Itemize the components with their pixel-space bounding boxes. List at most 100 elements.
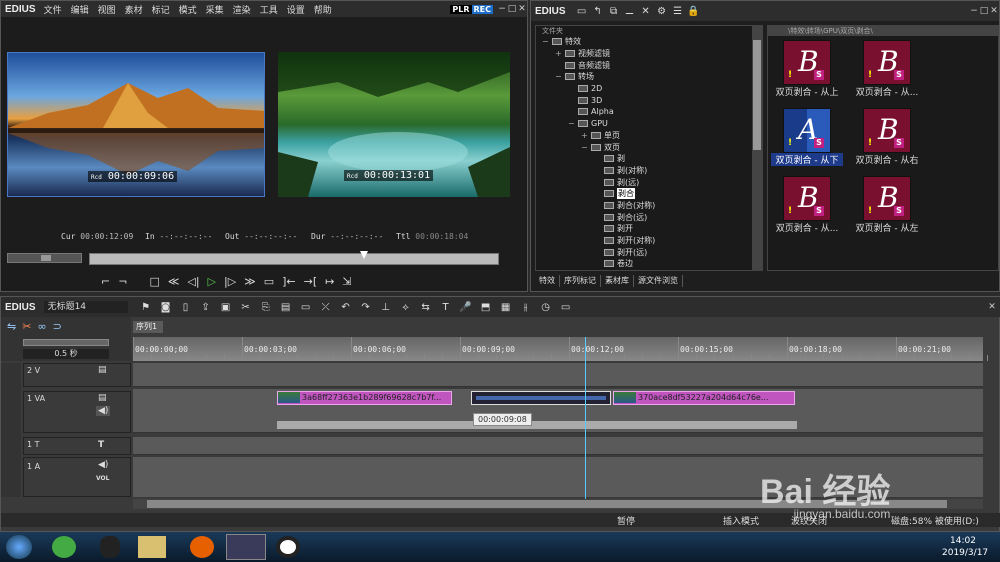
tab-source-browser[interactable]: 源文件浏览 bbox=[634, 275, 683, 287]
expand-icon[interactable]: − bbox=[581, 143, 589, 152]
timeline-playhead[interactable] bbox=[585, 337, 586, 499]
menu-edit[interactable]: 编辑 bbox=[71, 3, 89, 16]
playhead-marker[interactable] bbox=[360, 251, 368, 259]
tree-item[interactable]: 剥开(对称) bbox=[536, 235, 762, 247]
source-scrub-handle[interactable] bbox=[41, 255, 51, 261]
track-head-1a[interactable]: 1 A ◀) VOL bbox=[23, 457, 131, 497]
sync-icon[interactable]: ⇋ bbox=[7, 320, 16, 333]
save-icon[interactable]: ▣ bbox=[218, 300, 234, 314]
delete-clip-icon[interactable]: ⤫ bbox=[318, 300, 334, 314]
tab-bin[interactable]: 素材库 bbox=[601, 275, 634, 287]
effect-item[interactable]: B! S 双页剥合 - 从... bbox=[848, 40, 926, 98]
firefox-icon[interactable] bbox=[190, 536, 214, 558]
transition-icon[interactable]: ⇆ bbox=[418, 300, 434, 314]
tree-item[interactable]: 剥合(对称) bbox=[536, 200, 762, 212]
link-icon[interactable]: ∞ bbox=[37, 320, 46, 333]
play-icon[interactable]: ▷ bbox=[208, 275, 216, 288]
menu-file[interactable]: 文件 bbox=[44, 3, 62, 16]
track-head-2v[interactable]: 2 V ▤ bbox=[23, 363, 131, 387]
minimize-icon[interactable]: − bbox=[497, 4, 507, 14]
ripple-icon[interactable]: ✂ bbox=[22, 320, 31, 333]
view-icon[interactable]: ⚊ bbox=[622, 4, 638, 18]
tree-item[interactable]: 剥 bbox=[536, 153, 762, 165]
tree-item[interactable]: Alpha bbox=[536, 106, 762, 118]
marker-icon[interactable]: ⊥ bbox=[378, 300, 394, 314]
cut-icon[interactable]: ✂ bbox=[238, 300, 254, 314]
start-button[interactable] bbox=[6, 535, 32, 559]
maximize-icon[interactable]: □ bbox=[507, 4, 517, 14]
track-head-1va[interactable]: 1 VA ▤ ◀) bbox=[23, 391, 131, 433]
tree-item[interactable]: + 单页 bbox=[536, 130, 762, 142]
record-scrub-bar[interactable] bbox=[89, 251, 499, 265]
tree-scrollbar[interactable] bbox=[752, 26, 762, 270]
source-scrub-bar[interactable] bbox=[7, 253, 82, 263]
undo-icon[interactable]: ↶ bbox=[338, 300, 354, 314]
track-head-1t[interactable]: 1 T T bbox=[23, 437, 131, 455]
clock-icon[interactable]: ◷ bbox=[538, 300, 554, 314]
library-close-icon[interactable]: ✕ bbox=[989, 6, 999, 16]
tree-item[interactable]: 剥(远) bbox=[536, 176, 762, 188]
menu-settings[interactable]: 设置 bbox=[287, 3, 305, 16]
menu-help[interactable]: 帮助 bbox=[314, 3, 332, 16]
menu-view[interactable]: 视图 bbox=[98, 3, 116, 16]
effect-item[interactable]: B! S 双页剥合 - 从上 bbox=[768, 40, 846, 98]
loop-icon[interactable]: ▭ bbox=[264, 275, 274, 288]
group-icon[interactable]: ▭ bbox=[298, 300, 314, 314]
menu-render[interactable]: 渲染 bbox=[233, 3, 251, 16]
mixer-icon[interactable]: ⫲ bbox=[518, 300, 534, 314]
insert-icon[interactable]: ↦ bbox=[325, 275, 334, 288]
plr-button[interactable]: PLR bbox=[450, 4, 472, 14]
library-minimize-icon[interactable]: − bbox=[969, 6, 979, 16]
qq-icon[interactable] bbox=[100, 536, 120, 558]
timeline-ruler[interactable]: 00:00:00;00 00:00:03;00 00:00:06;00 00:00:0… bbox=[133, 337, 988, 361]
stop-icon[interactable]: □ bbox=[149, 275, 159, 288]
prev-edit-icon[interactable]: ]← bbox=[282, 275, 296, 288]
list-view-icon[interactable]: ☰ bbox=[670, 4, 686, 18]
effect-item[interactable]: B! S 双页剥合 - 从右 bbox=[848, 108, 926, 166]
mark-out-icon[interactable]: ¬ bbox=[118, 275, 127, 288]
track-audio-icon[interactable]: ◀) bbox=[96, 406, 111, 416]
sequence-tab[interactable]: 序列1 bbox=[133, 321, 163, 333]
menu-marker[interactable]: 标记 bbox=[152, 3, 170, 16]
transition-clip[interactable] bbox=[471, 391, 611, 405]
tab-sequence-markers[interactable]: 序列标记 bbox=[560, 275, 601, 287]
split-icon[interactable]: ⟡ bbox=[398, 300, 414, 314]
track-lock-icon[interactable]: ▤ bbox=[98, 365, 107, 375]
tab-effects[interactable]: 特效 bbox=[535, 275, 560, 287]
fast-forward-icon[interactable]: ≫ bbox=[244, 275, 256, 288]
track-lane-2v[interactable] bbox=[133, 363, 983, 387]
copy-icon[interactable]: ⎘ bbox=[258, 300, 274, 314]
lock-icon[interactable]: 🔒 bbox=[686, 4, 702, 18]
delete-icon[interactable]: ✕ bbox=[638, 4, 654, 18]
menu-mode[interactable]: 模式 bbox=[179, 3, 197, 16]
expand-icon[interactable]: + bbox=[581, 131, 589, 140]
properties-icon[interactable]: ⚙ bbox=[654, 4, 670, 18]
step-forward-icon[interactable]: |▷ bbox=[224, 275, 236, 288]
menu-clip[interactable]: 素材 bbox=[125, 3, 143, 16]
tree-item[interactable]: − 双页 bbox=[536, 141, 762, 153]
up-folder-icon[interactable]: ↰ bbox=[590, 4, 606, 18]
tree-item[interactable]: 音频滤镜 bbox=[536, 59, 762, 71]
clip-2[interactable]: 370ace8df53227a204d64c76e... bbox=[613, 391, 795, 405]
title-icon[interactable]: T bbox=[438, 300, 454, 314]
zoom-display[interactable]: 0.5 秒 bbox=[23, 349, 109, 359]
rec-button[interactable]: REC bbox=[471, 4, 493, 14]
close-icon[interactable]: ✕ bbox=[517, 4, 527, 14]
grid-icon[interactable]: ▦ bbox=[498, 300, 514, 314]
expand-icon[interactable]: − bbox=[542, 37, 550, 46]
tree-item[interactable]: − 特效 bbox=[536, 36, 762, 48]
audio-waveform-bar[interactable] bbox=[277, 421, 797, 429]
camera-icon[interactable]: ◙ bbox=[158, 300, 174, 314]
overwrite-icon[interactable]: ⇲ bbox=[342, 275, 351, 288]
timeline-close-icon[interactable]: ✕ bbox=[987, 302, 997, 312]
tree-scroll-thumb[interactable] bbox=[753, 40, 761, 150]
expand-icon[interactable]: + bbox=[555, 49, 563, 58]
zoom-slider[interactable] bbox=[23, 339, 109, 346]
tree-item[interactable]: − 转场 bbox=[536, 71, 762, 83]
tree-item[interactable]: 剥开 bbox=[536, 223, 762, 235]
effect-item[interactable]: B! S 双页剥合 - 从... bbox=[768, 176, 846, 234]
tree-item[interactable]: − GPU bbox=[536, 118, 762, 130]
new-sequence-icon[interactable]: ⚑ bbox=[138, 300, 154, 314]
step-back-icon[interactable]: ◁| bbox=[187, 275, 199, 288]
edius-taskbar-icon[interactable] bbox=[226, 534, 266, 560]
